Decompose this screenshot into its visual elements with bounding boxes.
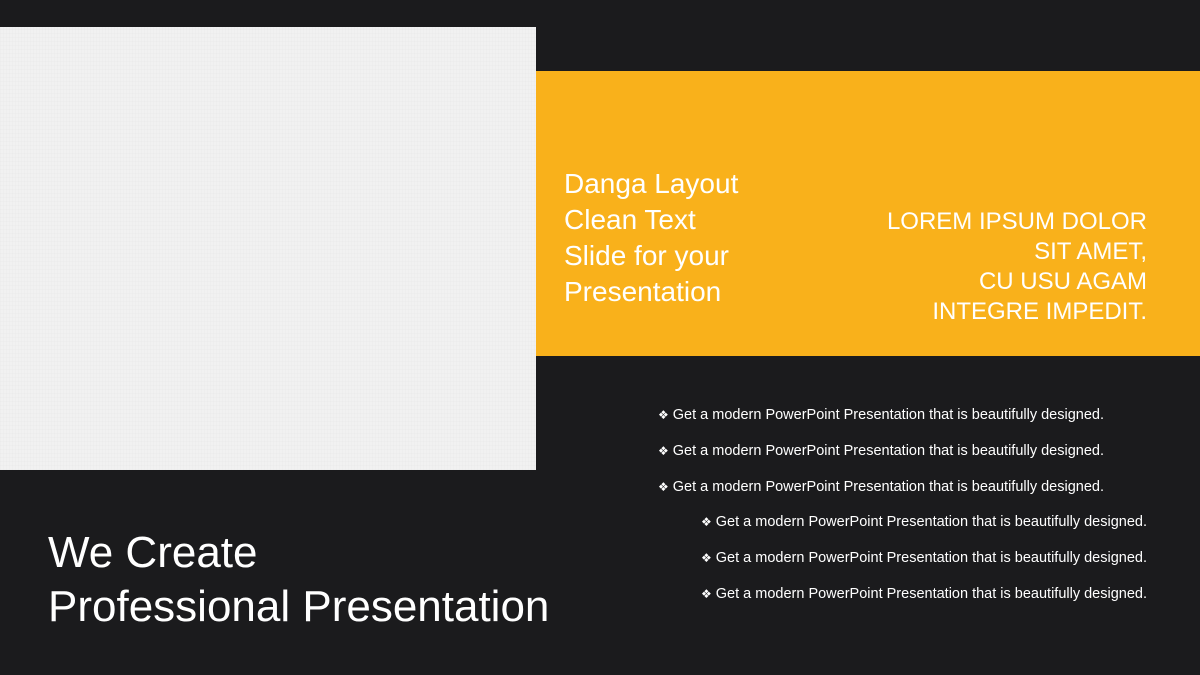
headline-line: Professional Presentation [48,582,550,631]
bullet-diamond-icon: ❖ [658,480,669,494]
bullet-text: Get a modern PowerPoint Presentation tha… [672,407,1104,423]
band-title-line: Slide for your [564,240,729,271]
headline: We Create Professional Presentation [48,526,549,634]
bullet-item: ❖ Get a modern PowerPoint Presentation th… [701,585,1147,603]
bullet-text: Get a modern PowerPoint Presentation tha… [715,550,1147,566]
bullet-item: ❖ Get a modern PowerPoint Presentation th… [658,406,1104,424]
band-caps-line: SIT AMET, [1034,238,1147,265]
band-title-line: Danga Layout [564,168,739,199]
bullet-text: Get a modern PowerPoint Presentation tha… [672,479,1104,495]
bullet-diamond-icon: ❖ [658,408,669,422]
bullet-text: Get a modern PowerPoint Presentation tha… [672,443,1104,459]
bullet-item: ❖ Get a modern PowerPoint Presentation th… [658,442,1104,460]
bullet-item: ❖ Get a modern PowerPoint Presentation th… [701,513,1147,531]
band-title-line: Presentation [564,276,722,307]
band-caps-text: LOREM IPSUM DOLOR SIT AMET, CU USU AGAM … [827,207,1147,327]
bullet-text: Get a modern PowerPoint Presentation tha… [715,586,1147,602]
band-title-line: Clean Text [564,204,696,235]
band-caps-line: LOREM IPSUM DOLOR [886,208,1147,235]
bullet-item: ❖ Get a modern PowerPoint Presentation th… [701,549,1147,567]
band-caps-line: CU USU AGAM [978,268,1147,295]
image-placeholder [0,27,536,470]
bullet-diamond-icon: ❖ [701,587,712,601]
bullet-diamond-icon: ❖ [701,515,712,529]
bullet-text: Get a modern PowerPoint Presentation tha… [715,514,1147,530]
bullet-item: ❖ Get a modern PowerPoint Presentation th… [658,478,1104,496]
headline-line: We Create [48,528,258,577]
band-caps-line: INTEGRE IMPEDIT. [932,298,1147,325]
bullet-diamond-icon: ❖ [701,551,712,565]
slide: Danga Layout Clean Text Slide for your P… [0,0,1200,675]
band-title: Danga Layout Clean Text Slide for your P… [564,166,824,310]
bullet-diamond-icon: ❖ [658,444,669,458]
